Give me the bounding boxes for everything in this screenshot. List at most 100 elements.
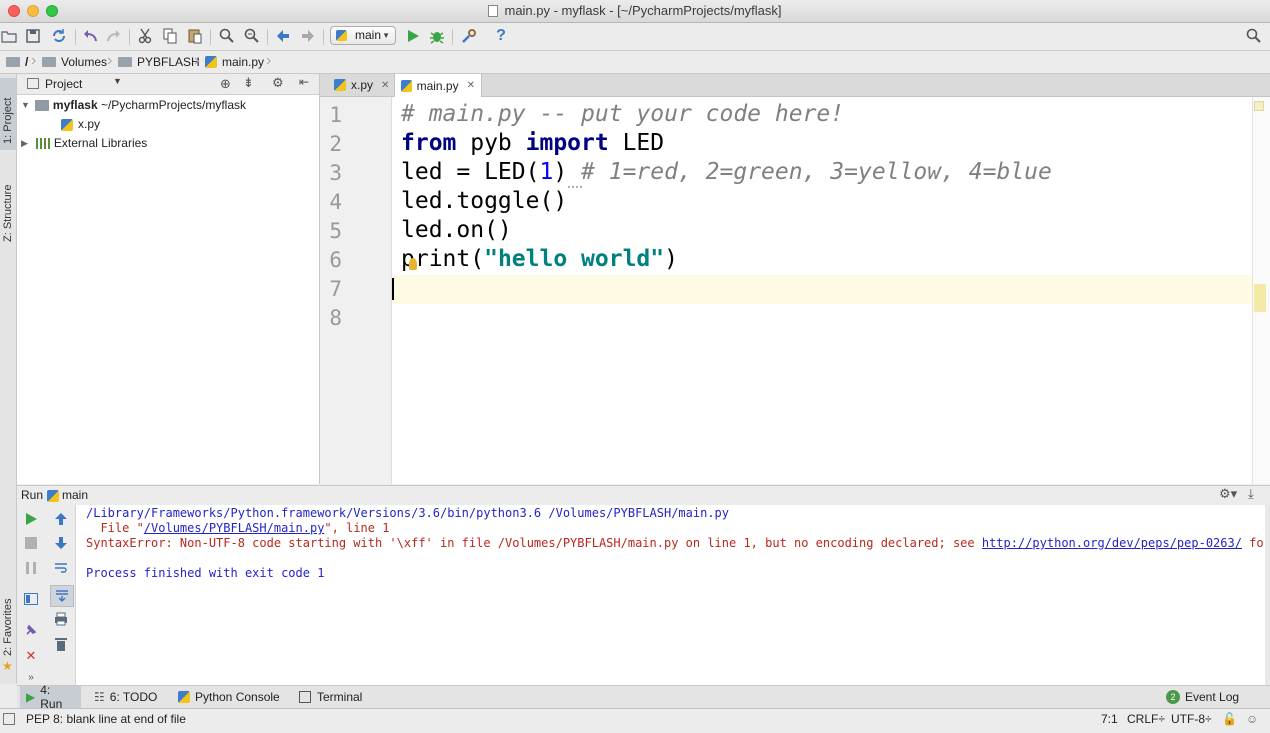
tree-item-libraries[interactable]: ▶ External Libraries <box>21 134 147 153</box>
arrow-up-icon[interactable] <box>53 511 69 527</box>
code-text: led.toggle() <box>401 188 568 214</box>
debug-icon[interactable] <box>428 27 446 45</box>
editor-gutter: 1 2 3 4 5 6 7 8 <box>320 97 392 484</box>
folder-icon <box>6 57 20 67</box>
breadcrumb-item-pybflash[interactable]: PYBFLASH <box>118 51 200 73</box>
redo-icon[interactable] <box>105 27 123 45</box>
run-tool-tab[interactable]: ▶ 4: Run <box>20 683 81 711</box>
run-console-output[interactable]: /Library/Frameworks/Python.framework/Ver… <box>76 505 1270 685</box>
inspector-icon[interactable]: ☺ <box>1246 709 1258 729</box>
todo-tool-tab[interactable]: ☷ 6: TODO <box>88 686 163 708</box>
stop-icon[interactable] <box>23 535 39 551</box>
console-url-link[interactable]: http://python.org/dev/peps/pep-0263/ <box>982 536 1242 550</box>
console-file-link[interactable]: /Volumes/PYBFLASH/main.py <box>144 521 325 535</box>
cut-icon[interactable] <box>136 27 154 45</box>
run-icon[interactable] <box>404 27 422 45</box>
folder-icon <box>42 57 56 67</box>
close-icon[interactable]: ✕ <box>467 80 475 91</box>
copy-icon[interactable] <box>161 27 179 45</box>
root-folder-path: ~/PycharmProjects/myflask <box>100 98 247 112</box>
console-text: ", line 1 <box>324 521 390 535</box>
breadcrumb-item-volumes[interactable]: Volumes <box>42 51 107 73</box>
code-text: LED <box>608 130 665 156</box>
arrow-down-icon[interactable] <box>53 535 69 551</box>
tab-x-py[interactable]: x.py ✕ <box>328 74 396 96</box>
inspection-status-icon[interactable] <box>1254 101 1264 111</box>
maximize-window-button[interactable] <box>46 5 58 17</box>
line-separator-selector[interactable]: CRLF÷ <box>1127 709 1165 729</box>
gear-icon[interactable]: ⚙ <box>272 75 284 91</box>
line-number: 3 <box>329 161 342 185</box>
more-icon[interactable]: » <box>23 669 39 685</box>
close-window-button[interactable] <box>8 5 20 17</box>
close-icon[interactable]: ✕ <box>23 648 39 664</box>
print-icon[interactable] <box>53 611 69 627</box>
paste-icon[interactable] <box>186 27 204 45</box>
minimize-window-button[interactable] <box>27 5 39 17</box>
encoding-selector[interactable]: UTF-8÷ <box>1171 709 1212 729</box>
event-log-tool-tab[interactable]: 2 Event Log <box>1160 686 1245 708</box>
help-icon[interactable]: ? <box>492 27 510 45</box>
console-text: File " <box>86 521 144 535</box>
current-line-highlight <box>392 275 1270 304</box>
project-view-selector[interactable]: Project <box>45 77 82 91</box>
scroll-to-end-icon[interactable] <box>50 585 74 607</box>
toolbar-separator <box>75 29 76 45</box>
pin-icon[interactable] <box>23 622 39 638</box>
folder-icon <box>118 57 132 67</box>
rerun-icon[interactable] <box>23 511 39 527</box>
terminal-tool-tab[interactable]: Terminal <box>293 686 368 708</box>
console-scrollbar[interactable] <box>1265 505 1270 685</box>
lightbulb-icon[interactable] <box>409 258 417 270</box>
tree-item-file[interactable]: x.py <box>61 115 100 134</box>
back-icon[interactable] <box>274 27 292 45</box>
collapse-all-icon[interactable]: ⇟ <box>243 75 254 91</box>
structure-tool-tab[interactable]: Z: Structure <box>0 164 16 246</box>
pause-icon[interactable] <box>23 560 39 576</box>
run-icon: ▶ <box>26 690 36 704</box>
python-console-tool-tab[interactable]: Python Console <box>172 686 286 708</box>
toolbar-separator <box>267 29 268 45</box>
tree-item-root[interactable]: ▼ myflask ~/PycharmProjects/myflask <box>21 96 246 115</box>
lock-icon[interactable]: 🔓 <box>1222 709 1237 729</box>
trash-icon[interactable] <box>53 636 69 652</box>
breadcrumb-label: main.py <box>222 55 265 69</box>
line-number: 6 <box>329 248 342 272</box>
crosshair-icon[interactable]: ⊕ <box>220 76 231 92</box>
caret-position[interactable]: 7:1 <box>1101 709 1118 729</box>
code-comment: # 1=red, 2=green, 3=yellow, 4=blue <box>581 159 1052 185</box>
console-command-line: /Library/Frameworks/Python.framework/Ver… <box>86 506 729 520</box>
breadcrumb-item-file[interactable]: main.py <box>205 51 264 73</box>
hide-panel-icon[interactable]: ⇤ <box>299 75 309 89</box>
tool-windows-icon[interactable] <box>3 713 15 725</box>
code-line-4: led.toggle() <box>401 187 567 216</box>
python-file-icon <box>205 56 217 68</box>
python-file-icon <box>334 79 346 91</box>
forward-icon[interactable] <box>299 27 317 45</box>
favorites-tool-tab[interactable]: 2: Favorites <box>0 586 16 656</box>
tab-main-py[interactable]: main.py ✕ <box>394 74 482 97</box>
undo-icon[interactable] <box>81 27 99 45</box>
run-configuration-dropdown[interactable]: main ▼ <box>330 26 396 45</box>
gear-icon[interactable]: ⚙▾ <box>1219 486 1237 502</box>
settings-icon[interactable] <box>460 27 478 45</box>
find-icon[interactable] <box>218 27 236 45</box>
sync-icon[interactable] <box>50 27 68 45</box>
save-icon[interactable] <box>24 27 42 45</box>
run-panel-title: Run <box>21 488 44 502</box>
layout-icon[interactable] <box>23 591 39 607</box>
open-folder-icon[interactable] <box>0 27 18 45</box>
replace-icon[interactable] <box>243 27 261 45</box>
terminal-icon <box>299 691 311 703</box>
line-number: 1 <box>329 103 342 127</box>
breadcrumb-item-root[interactable]: / <box>6 51 28 73</box>
project-tool-tab[interactable]: 1: Project <box>0 78 16 150</box>
soft-wrap-icon[interactable] <box>53 560 69 576</box>
hide-panel-icon[interactable]: ⤓ <box>1248 486 1254 502</box>
chevron-down-icon[interactable]: ▼ <box>113 76 122 86</box>
warning-marker[interactable] <box>1254 284 1266 312</box>
search-everywhere-icon[interactable] <box>1245 27 1263 45</box>
python-file-icon <box>401 79 412 92</box>
close-icon[interactable]: ✕ <box>381 80 389 91</box>
console-exit-line: Process finished with exit code 1 <box>86 566 325 580</box>
